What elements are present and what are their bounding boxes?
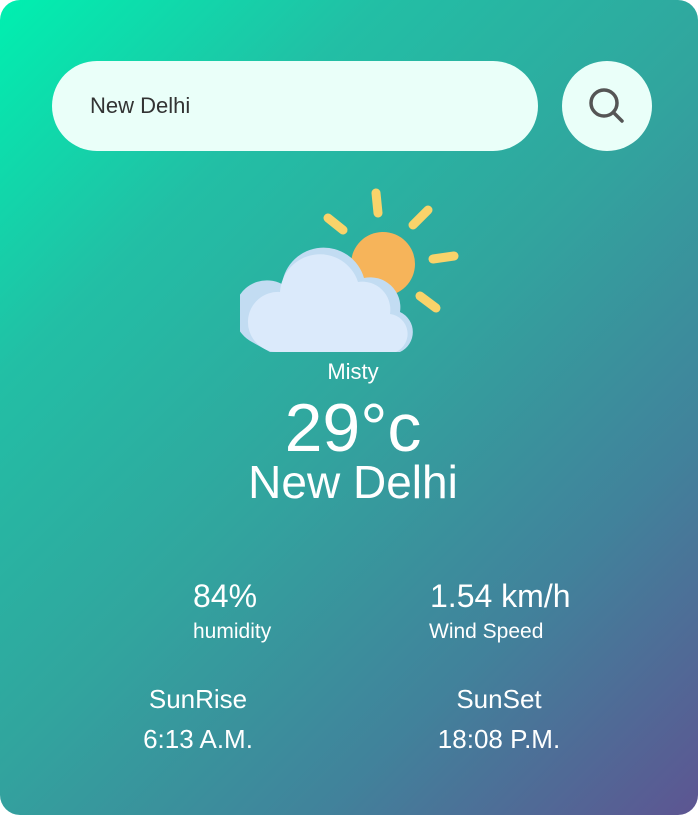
city-name: New Delhi [248,456,458,508]
humidity-value: 84% [193,578,258,614]
humidity-label: humidity [193,620,272,643]
search-input[interactable] [52,61,538,151]
partly-cloudy-icon [240,188,459,352]
sunset-time: 18:08 P.M. [437,724,561,754]
sunrise-time: 6:13 A.M. [143,724,253,754]
weather-card: Misty 29°c New Delhi 84% humidity 1.54 k… [0,0,698,815]
search-button[interactable] [562,61,652,151]
sunset-block: SunSet 18:08 P.M. [399,684,599,754]
wind-speed-value: 1.54 km/h [430,578,571,614]
sunrise-label: SunRise [148,684,248,714]
search-icon [589,88,624,123]
sunset-label: SunSet [456,684,542,714]
weather-condition: Misty [327,359,379,384]
sunrise-block: SunRise 6:13 A.M. [98,684,298,754]
wind-speed-label: Wind Speed [429,620,544,643]
